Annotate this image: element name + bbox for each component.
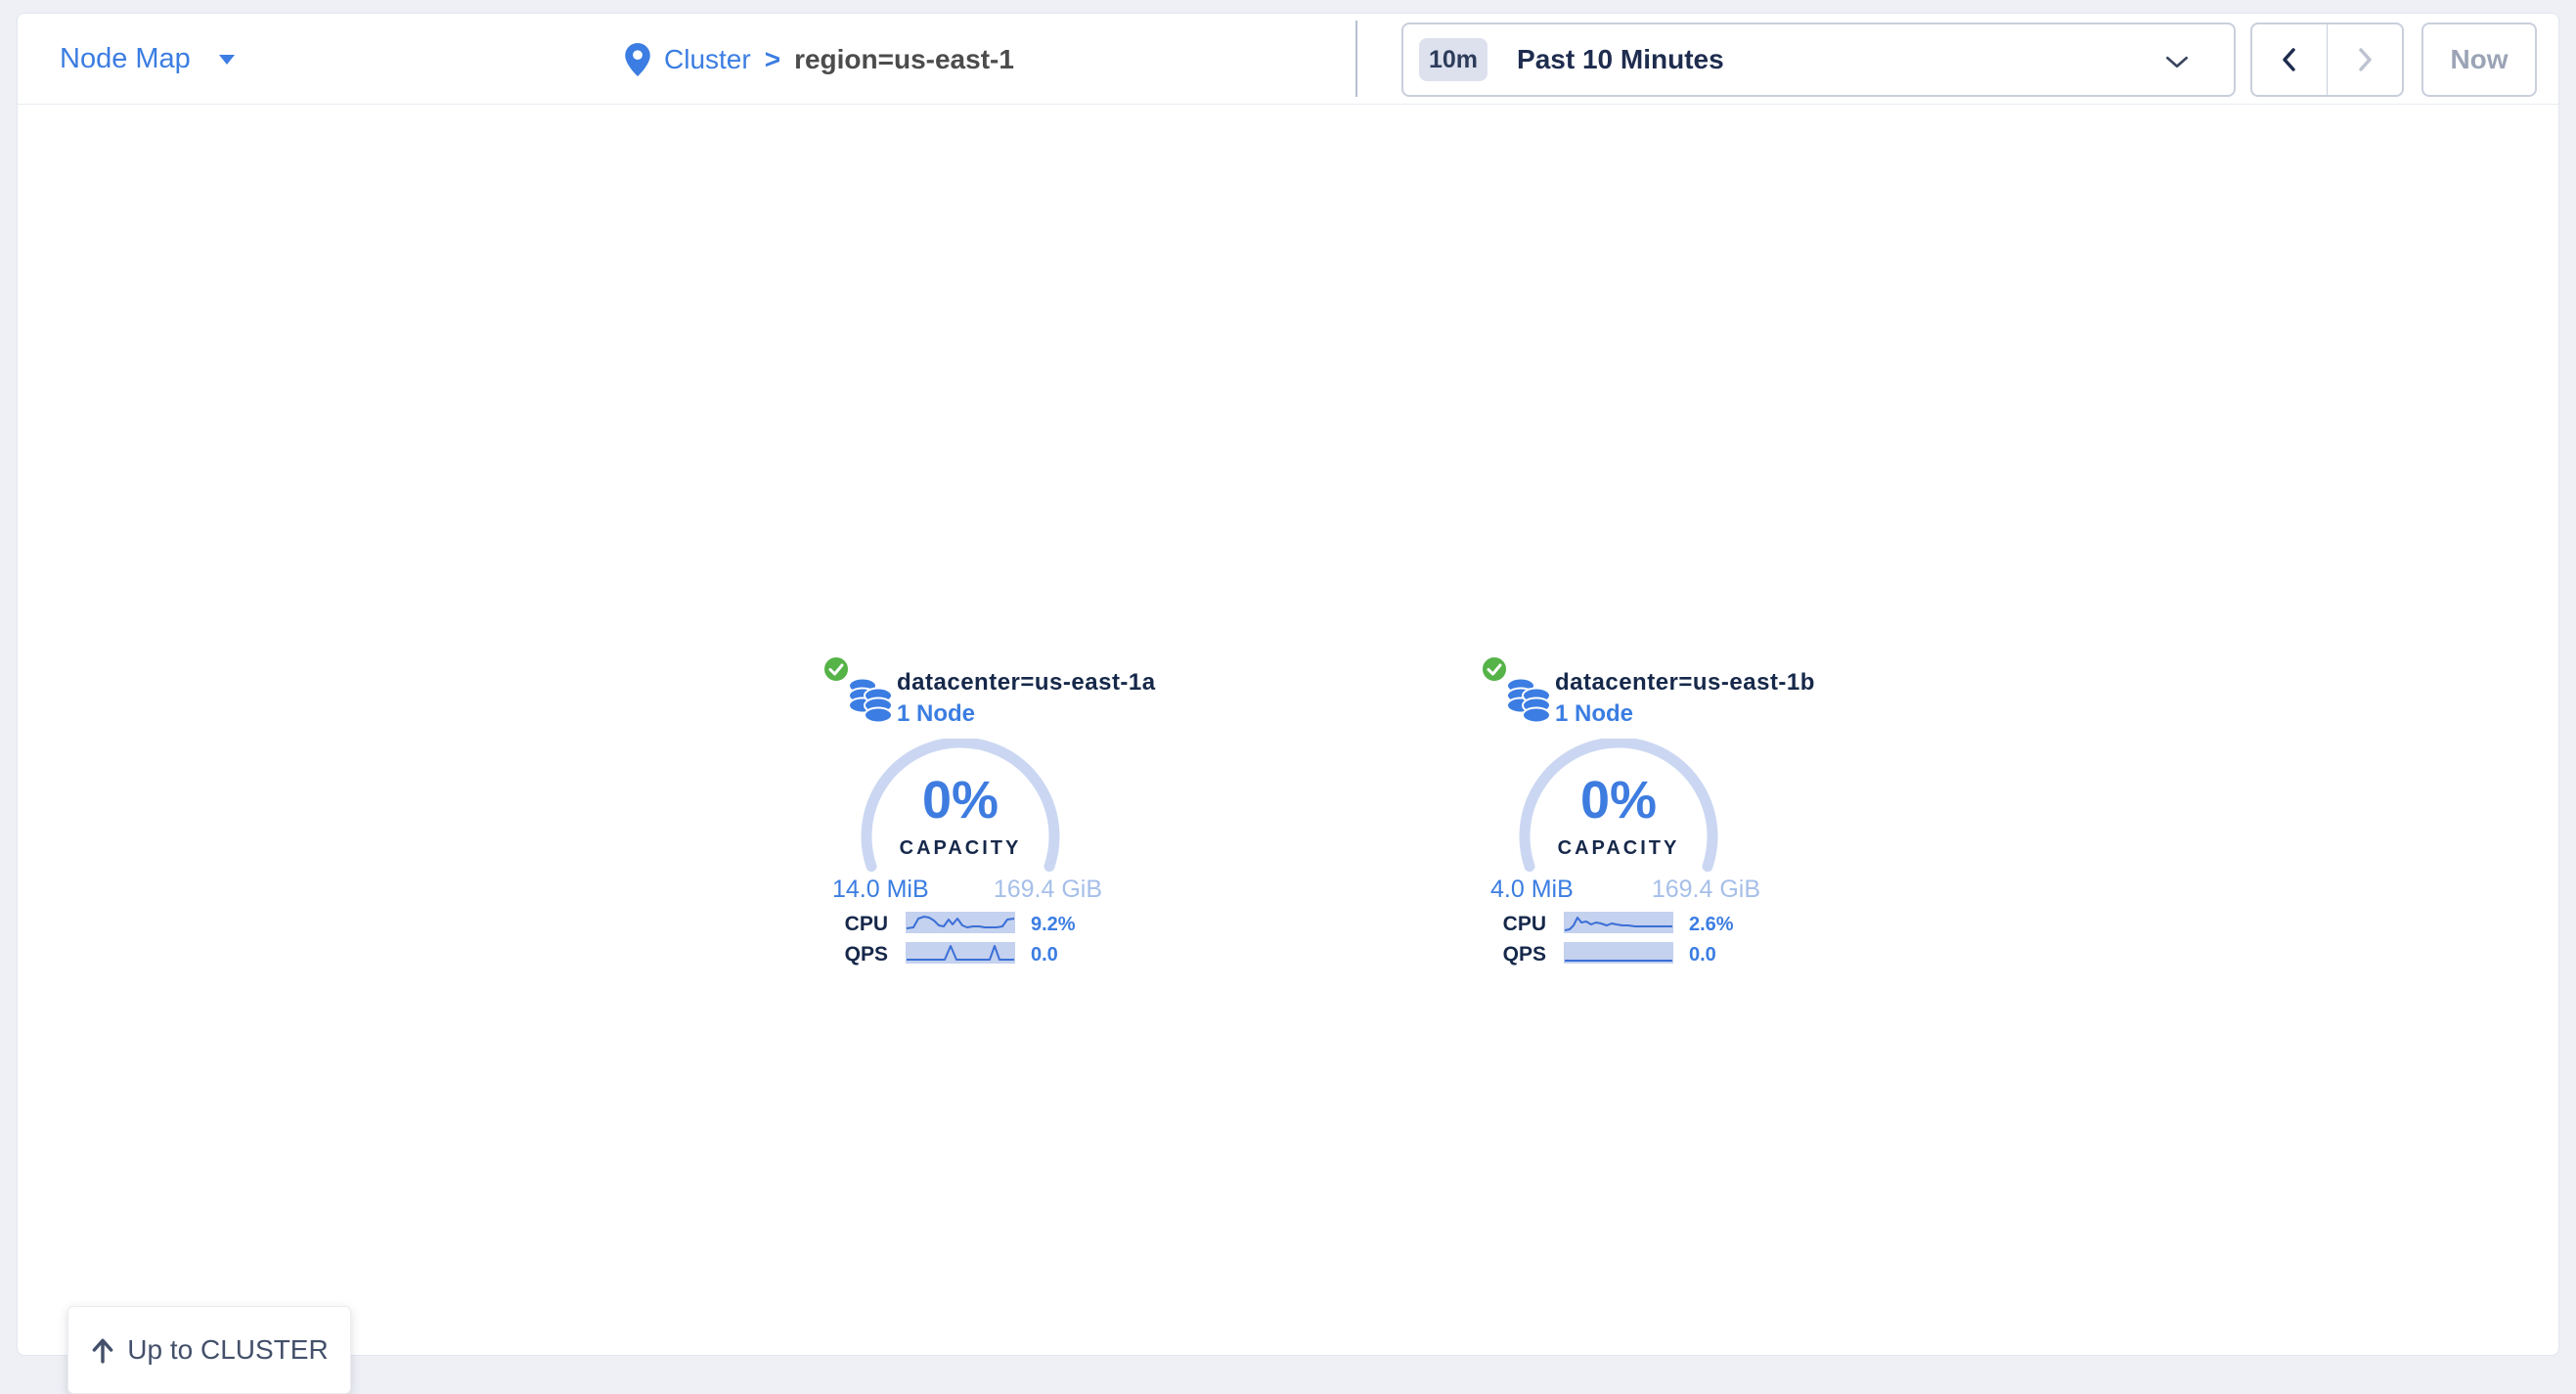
capacity-percent: 0% xyxy=(1516,773,1721,828)
database-stack-icon xyxy=(846,674,895,723)
capacity-label: CAPACITY xyxy=(1506,837,1731,860)
time-window-dropdown[interactable]: 10m Past 10 Minutes xyxy=(1401,22,2236,97)
top-bar: Node Map Cluster > region=us-east-1 10m … xyxy=(18,14,2558,105)
qps-metric-row: QPS 0.0 xyxy=(1481,942,1813,965)
cpu-value: 9.2% xyxy=(1031,914,1076,936)
time-prev-button[interactable] xyxy=(2252,24,2327,95)
cpu-value: 2.6% xyxy=(1689,914,1734,936)
qps-value: 0.0 xyxy=(1031,944,1058,967)
capacity-total: 169.4 GiB xyxy=(1652,875,1760,904)
qps-sparkline xyxy=(906,942,1015,964)
time-nav-group xyxy=(2250,22,2404,97)
capacity-row: 4.0 MiB 169.4 GiB xyxy=(1490,875,1760,904)
node-map-canvas: datacenter=us-east-1a 1 Node 0% CAPACITY… xyxy=(18,106,2558,1357)
chevron-down-icon xyxy=(2165,55,2189,69)
cpu-sparkline xyxy=(1564,912,1673,933)
time-window-label: Past 10 Minutes xyxy=(1517,44,1724,75)
cpu-label: CPU xyxy=(1481,913,1546,936)
time-window-badge: 10m xyxy=(1419,38,1488,81)
locality-card-us-east-1b[interactable]: datacenter=us-east-1b 1 Node 0% CAPACITY… xyxy=(1481,657,1813,980)
locality-name: datacenter=us-east-1a xyxy=(897,669,1156,697)
capacity-total: 169.4 GiB xyxy=(994,875,1102,904)
qps-sparkline xyxy=(1564,942,1673,964)
chevron-left-icon xyxy=(2280,46,2299,73)
view-selector-label: Node Map xyxy=(60,43,191,75)
chevron-right-icon xyxy=(2355,46,2375,73)
cpu-metric-row: CPU 2.6% xyxy=(1481,912,1813,934)
capacity-used: 4.0 MiB xyxy=(1490,875,1574,904)
arrow-up-icon xyxy=(90,1336,115,1364)
capacity-used: 14.0 MiB xyxy=(832,875,929,904)
qps-label: QPS xyxy=(822,943,888,967)
breadcrumb: Cluster > region=us-east-1 xyxy=(625,14,1014,105)
qps-label: QPS xyxy=(1481,943,1546,967)
time-next-button[interactable] xyxy=(2327,24,2402,95)
locality-node-count: 1 Node xyxy=(1555,700,1633,728)
qps-value: 0.0 xyxy=(1689,944,1716,967)
node-map-panel: Node Map Cluster > region=us-east-1 10m … xyxy=(17,13,2559,1356)
breadcrumb-separator: > xyxy=(765,44,780,75)
capacity-row: 14.0 MiB 169.4 GiB xyxy=(832,875,1102,904)
breadcrumb-current: region=us-east-1 xyxy=(794,44,1014,75)
capacity-label: CAPACITY xyxy=(848,837,1073,860)
capacity-percent: 0% xyxy=(858,773,1063,828)
cpu-metric-row: CPU 9.2% xyxy=(822,912,1155,934)
view-selector-dropdown[interactable]: Node Map xyxy=(60,14,236,105)
breadcrumb-cluster-link[interactable]: Cluster xyxy=(664,44,751,75)
cpu-label: CPU xyxy=(822,913,888,936)
locality-name: datacenter=us-east-1b xyxy=(1555,669,1815,697)
header-divider xyxy=(1355,21,1357,97)
cpu-sparkline xyxy=(906,912,1015,933)
now-button[interactable]: Now xyxy=(2421,22,2537,97)
qps-metric-row: QPS 0.0 xyxy=(822,942,1155,965)
up-to-cluster-button[interactable]: Up to CLUSTER xyxy=(67,1306,351,1394)
database-stack-icon xyxy=(1504,674,1553,723)
caret-down-icon xyxy=(218,54,236,66)
locality-card-us-east-1a[interactable]: datacenter=us-east-1a 1 Node 0% CAPACITY… xyxy=(822,657,1155,980)
locality-node-count: 1 Node xyxy=(897,700,975,728)
map-pin-icon xyxy=(625,43,650,76)
up-to-cluster-label: Up to CLUSTER xyxy=(127,1334,328,1366)
